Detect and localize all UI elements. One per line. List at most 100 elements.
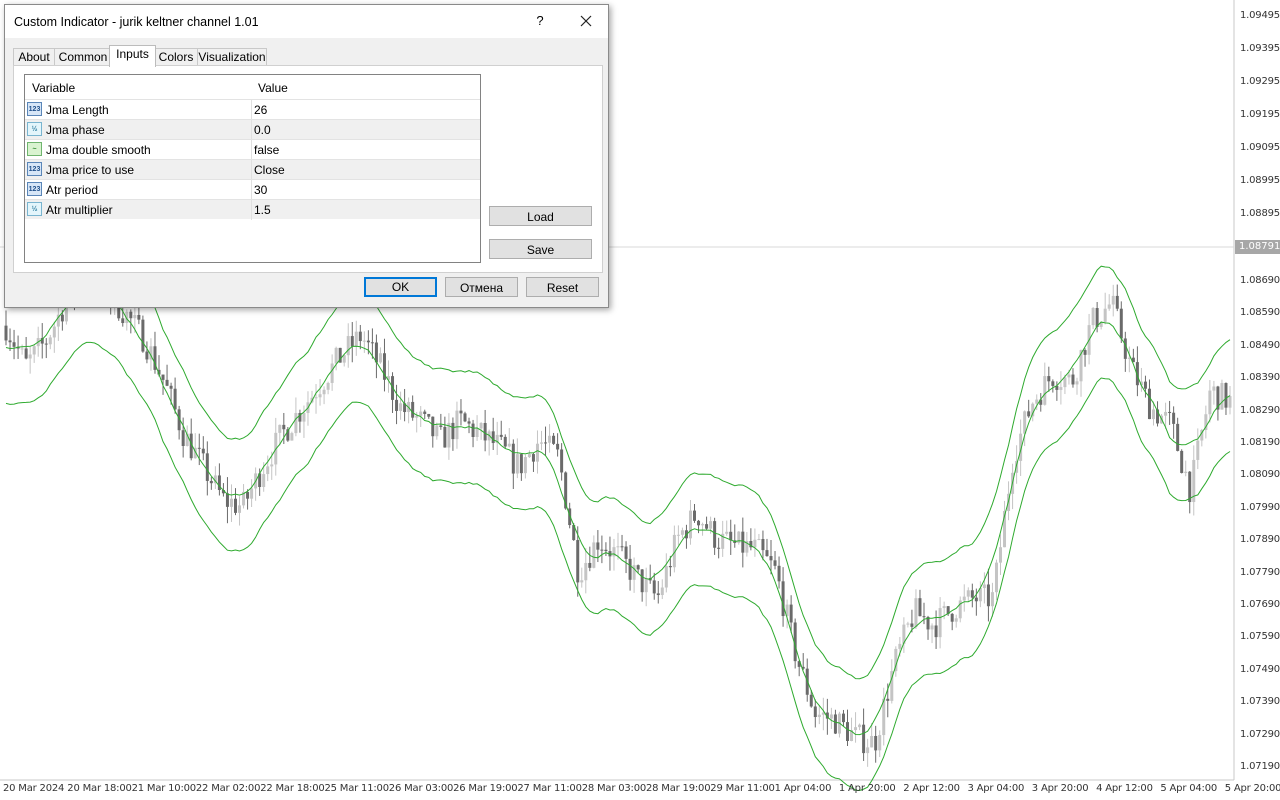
price-tick-label: 1.08895 bbox=[1240, 208, 1280, 219]
input-value[interactable]: 1.5 bbox=[254, 203, 271, 217]
candle-body bbox=[600, 549, 604, 551]
input-value[interactable]: false bbox=[254, 143, 279, 157]
candle-body bbox=[28, 354, 32, 359]
candle-body bbox=[990, 592, 994, 607]
candle-body bbox=[535, 443, 539, 462]
close-icon bbox=[580, 15, 592, 27]
candle-body bbox=[399, 403, 403, 411]
candle-body bbox=[854, 727, 858, 731]
price-tick-label: 1.08090 bbox=[1240, 469, 1280, 481]
candle-body bbox=[664, 566, 668, 588]
candle-body bbox=[169, 385, 173, 389]
input-row[interactable]: 123 Atr period 30 bbox=[25, 179, 480, 200]
tab-visualization[interactable]: Visualization bbox=[197, 48, 267, 66]
candle-body bbox=[354, 331, 358, 347]
candle-body bbox=[475, 428, 479, 437]
candle-body bbox=[121, 318, 125, 324]
candle-body bbox=[1220, 383, 1224, 410]
candle-body bbox=[1107, 304, 1111, 309]
candle-body bbox=[165, 379, 169, 386]
candle-body bbox=[862, 724, 866, 754]
current-price-marker: 1.08791 bbox=[1235, 240, 1280, 254]
candle-body bbox=[503, 436, 507, 447]
boolean-icon: ~ bbox=[27, 142, 42, 156]
column-header-variable[interactable]: Variable bbox=[32, 81, 75, 95]
tab-inputs[interactable]: Inputs bbox=[109, 45, 156, 67]
candle-body bbox=[576, 540, 580, 583]
candle-body bbox=[209, 480, 213, 484]
load-button[interactable]: Load bbox=[489, 206, 592, 226]
input-variable-name: Jma price to use bbox=[46, 163, 135, 177]
column-header-value[interactable]: Value bbox=[258, 81, 288, 95]
close-button[interactable] bbox=[575, 10, 597, 32]
input-row[interactable]: ½ Atr multiplier 1.5 bbox=[25, 199, 480, 220]
time-tick-label: 22 Mar 18:00 bbox=[260, 783, 325, 794]
input-value[interactable]: Close bbox=[254, 163, 285, 177]
ok-button[interactable]: OK bbox=[364, 277, 437, 297]
price-tick-label: 1.09395 bbox=[1240, 43, 1280, 54]
price-tick-label: 1.07190 bbox=[1240, 761, 1280, 772]
candle-body bbox=[48, 337, 52, 345]
cancel-button[interactable]: Отмена bbox=[445, 277, 518, 297]
candle-body bbox=[1103, 308, 1107, 322]
price-tick-label: 1.07290 bbox=[1240, 728, 1280, 740]
candle-body bbox=[1063, 377, 1067, 388]
time-tick-label: 1 Apr 04:00 bbox=[774, 783, 832, 794]
input-value[interactable]: 30 bbox=[254, 183, 267, 197]
candle-body bbox=[229, 498, 233, 507]
candle-body bbox=[548, 435, 552, 443]
double-icon: ½ bbox=[27, 202, 42, 216]
help-button[interactable]: ? bbox=[530, 13, 550, 31]
candle-body bbox=[463, 413, 467, 422]
time-tick-label: 20 Mar 18:00 bbox=[67, 783, 132, 794]
tab-common[interactable]: Common bbox=[54, 48, 112, 66]
dialog-titlebar[interactable]: Custom Indicator - jurik keltner channel… bbox=[5, 5, 608, 38]
inputs-grid[interactable]: Variable Value 123 Jma Length 26 ½ Jma phase… bbox=[24, 74, 481, 263]
candle-body bbox=[415, 415, 419, 418]
candle-body bbox=[753, 539, 757, 548]
candle-body bbox=[326, 382, 330, 390]
candle-body bbox=[12, 342, 16, 347]
candle-body bbox=[829, 714, 833, 719]
candle-body bbox=[246, 491, 250, 499]
input-row[interactable]: 123 Jma Length 26 bbox=[25, 99, 480, 120]
input-row[interactable]: 123 Jma price to use Close bbox=[25, 159, 480, 180]
tab-about[interactable]: About bbox=[13, 48, 55, 66]
column-divider bbox=[251, 200, 252, 220]
candle-body bbox=[302, 413, 306, 422]
candle-body bbox=[556, 443, 560, 450]
time-tick-label: 5 Apr 04:00 bbox=[1160, 783, 1218, 794]
candle-body bbox=[874, 735, 878, 751]
candle-body bbox=[1164, 411, 1168, 416]
candle-body bbox=[322, 389, 326, 395]
candle-body bbox=[1208, 390, 1212, 415]
candle-body bbox=[1115, 295, 1119, 309]
candle-body bbox=[24, 348, 28, 359]
time-tick-label: 5 Apr 20:00 bbox=[1224, 783, 1280, 794]
tab-colors[interactable]: Colors bbox=[154, 48, 198, 66]
input-row[interactable]: ½ Jma phase 0.0 bbox=[25, 119, 480, 140]
candle-body bbox=[479, 422, 483, 429]
candle-body bbox=[540, 442, 543, 444]
candle-body bbox=[833, 714, 837, 734]
reset-button[interactable]: Reset bbox=[526, 277, 599, 297]
candle-body bbox=[1212, 386, 1216, 391]
candle-body bbox=[1152, 409, 1155, 420]
input-value[interactable]: 26 bbox=[254, 103, 267, 117]
candle-body bbox=[954, 618, 958, 622]
time-tick-label: 28 Mar 03:00 bbox=[581, 783, 647, 794]
candle-body bbox=[1184, 471, 1188, 473]
save-button[interactable]: Save bbox=[489, 239, 592, 259]
input-value[interactable]: 0.0 bbox=[254, 123, 271, 137]
candle-body bbox=[616, 546, 620, 548]
input-row[interactable]: ~ Jma double smooth false bbox=[25, 139, 480, 160]
candle-body bbox=[141, 319, 145, 352]
candle-body bbox=[1143, 381, 1147, 389]
candles-layer bbox=[4, 261, 1232, 767]
candle-body bbox=[181, 430, 185, 446]
candle-body bbox=[290, 433, 294, 441]
custom-indicator-dialog[interactable]: Custom Indicator - jurik keltner channel… bbox=[4, 4, 609, 308]
candle-body bbox=[1147, 388, 1151, 420]
candle-body bbox=[652, 580, 656, 594]
candle-body bbox=[499, 434, 503, 437]
